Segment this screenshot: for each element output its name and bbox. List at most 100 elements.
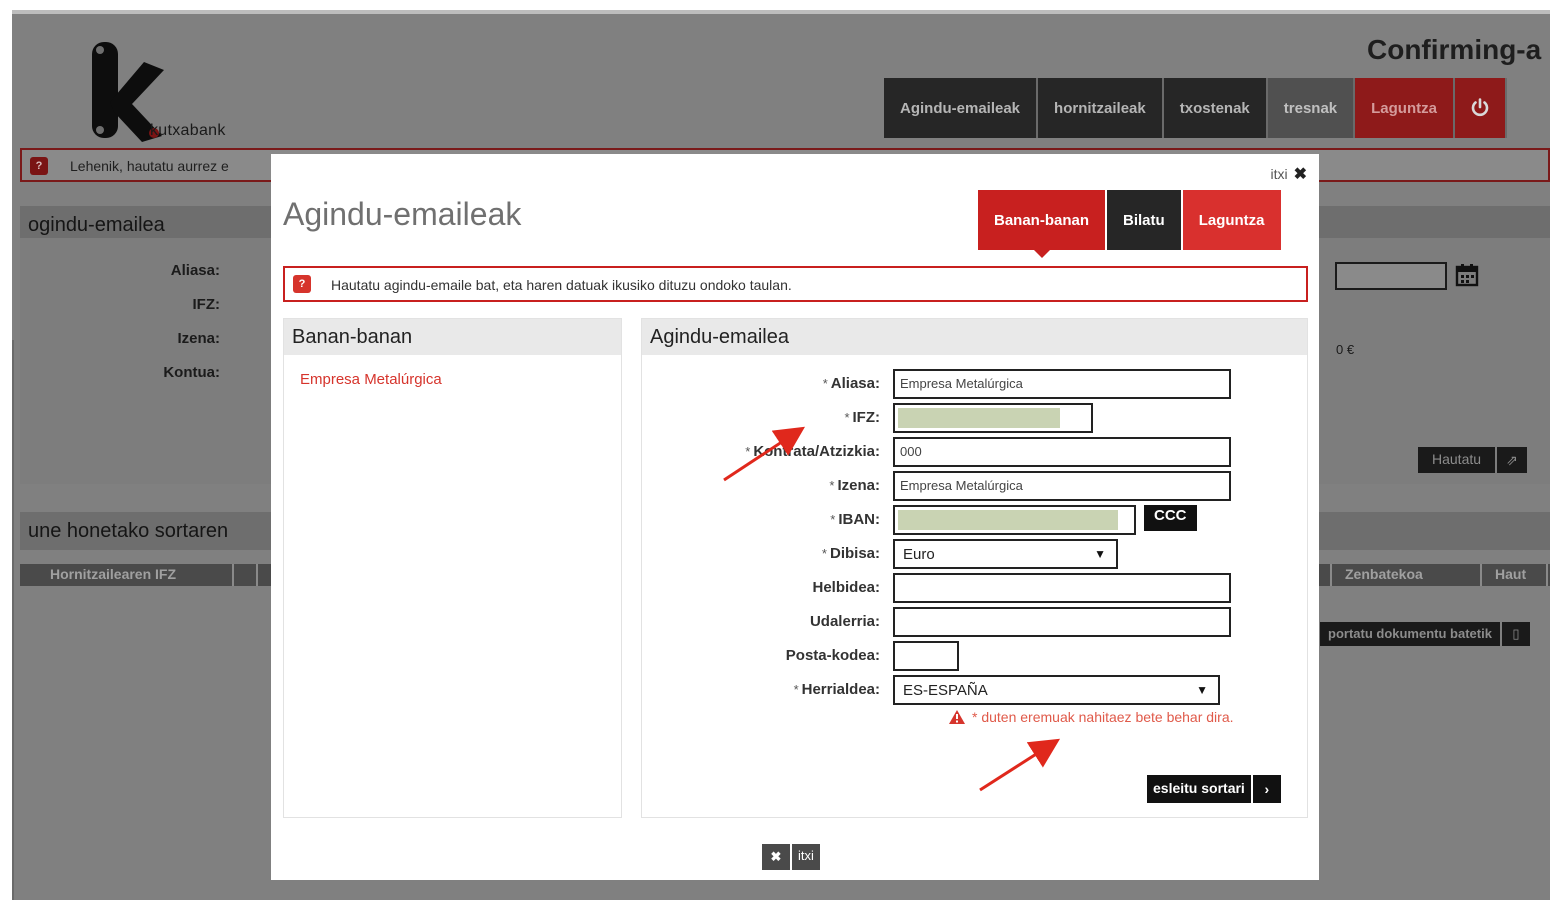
udalerria-row: Udalerria: [642,607,880,637]
background-batch-title: une honetako sortaren [28,520,229,542]
nav-txostenak[interactable]: txostenak [1163,78,1268,138]
helbidea-row: Helbidea: [642,573,880,603]
nav-hornitzaileak[interactable]: hornitzaileak [1038,78,1164,138]
ifz-field[interactable] [893,403,1093,433]
tab-banan-banan[interactable]: Banan-banan [978,190,1108,258]
modal-title: Agindu-emaileak [283,196,522,232]
warning-icon [949,710,965,724]
iban-label: * IBAN: [830,511,880,528]
background-panel-title: ogindu-emailea [28,214,165,236]
agindu-emailea-title: Agindu-emailea [642,319,1307,355]
posta-kodea-label: Posta-kodea: [785,647,880,664]
esleitu-sortari-button[interactable]: esleitu sortari › [1147,775,1281,803]
agindu-emaileak-modal: itxi ✖ Agindu-emaileak Banan-banan Bilat… [271,154,1319,880]
aliasa-field[interactable]: Empresa Metalúrgica [893,369,1231,399]
herrialdea-row: * Herrialdea: [642,675,880,705]
info-icon: ? [30,157,48,175]
banan-banan-title: Banan-banan [284,319,621,355]
modal-close-bottom-label: itxi [792,844,820,870]
ccc-button[interactable]: CCC [1144,505,1197,531]
modal-close-bottom-button[interactable]: ✖ itxi [762,844,820,870]
tab-bilatu[interactable]: Bilatu [1107,190,1183,250]
power-icon [1471,98,1489,117]
izena-field[interactable]: Empresa Metalúrgica [893,471,1231,501]
bg-label-izena: Izena: [177,330,220,347]
aliasa-label: * Aliasa: [822,375,880,392]
herrialdea-value: ES-ESPAÑA [903,682,988,699]
posta-kodea-field[interactable] [893,641,959,671]
main-nav: Agindu-emaileak hornitzaileak txostenak … [884,78,1507,138]
modal-tabs: Banan-banan Bilatu Laguntza [978,190,1281,258]
col-zenbatekoa: Zenbatekoa [1345,566,1423,582]
dropdown-arrow-icon: ▼ [1094,547,1106,561]
top-divider [12,10,1550,14]
nav-agindu-emaileak[interactable]: Agindu-emaileak [884,78,1039,138]
bg-label-ifz: IFZ: [192,296,221,313]
iban-field[interactable] [893,505,1136,535]
udalerria-field[interactable] [893,607,1231,637]
col-separator [1330,564,1332,586]
export-icon: ⇗ [1497,447,1528,473]
background-amount: 0 € [1336,342,1355,357]
ifz-row: * IFZ: [642,403,880,433]
dibisa-select[interactable]: Euro ▼ [893,539,1118,569]
hautatu-label: Hautatu [1418,447,1496,473]
dibisa-value: Euro [903,546,935,563]
logo-text: kutxabank [150,122,226,139]
kontrata-field[interactable]: 000 [893,437,1231,467]
udalerria-label: Udalerria: [809,613,880,630]
col-haut: Haut [1495,566,1527,582]
modal-notice: ? Hautatu agindu-emaile bat, eta haren d… [283,266,1308,302]
app-title: Confirming-a [1367,34,1542,65]
power-button[interactable] [1454,78,1507,138]
dibisa-label: * Dibisa: [821,545,880,562]
hautatu-button[interactable]: Hautatu ⇗ [1418,447,1528,473]
redacted-value [898,408,1060,428]
agindu-emailea-panel: Agindu-emailea * Aliasa: Empresa Metalúrg… [641,318,1308,818]
modal-close-top-label: itxi [1270,166,1288,182]
bg-label-aliasa: Aliasa: [170,262,220,279]
modal-notice-text: Hautatu agindu-emaile bat, eta haren dat… [331,277,792,293]
document-icon: ▯ [1501,622,1530,646]
nav-laguntza[interactable]: Laguntza [1355,78,1455,138]
col-separator [1480,564,1482,586]
herrialdea-label: * Herrialdea: [793,681,880,698]
modal-close-top-button[interactable]: itxi ✖ [1270,164,1307,184]
col-hornitzailearen-ifz: Hornitzailearen IFZ [50,566,177,582]
izena-row: * Izena: [642,471,880,501]
bg-label-kontua: Kontua: [163,364,220,381]
esleitu-sortari-label: esleitu sortari [1147,775,1251,803]
background-notice-text: Lehenik, hautatu aurrez e [70,158,229,174]
col-separator [256,564,258,586]
posta-kodea-row: Posta-kodea: [642,641,880,671]
redacted-value [898,510,1118,530]
col-separator [232,564,234,586]
banan-banan-panel: Banan-banan Empresa Metalúrgica [283,318,622,818]
dibisa-row: * Dibisa: [642,539,880,569]
nav-tresnak[interactable]: tresnak [1267,78,1356,138]
list-item-empresa[interactable]: Empresa Metalúrgica [300,371,621,388]
ifz-label: * IFZ: [844,409,880,426]
izena-label: * Izena: [829,477,880,494]
import-document-button[interactable]: portatu dokumentu batetik ▯ [1320,622,1530,646]
required-fields-text: * duten eremuak nahitaez bete behar dira… [972,709,1234,725]
aliasa-row: * Aliasa: [642,369,880,399]
kontrata-row: * Kontrata/Atzizkia: [642,437,880,467]
helbidea-field[interactable] [893,573,1231,603]
iban-row: * IBAN: [642,505,880,535]
helbidea-label: Helbidea: [812,579,880,596]
col-separator [1546,564,1548,586]
close-icon: ✖ [762,844,790,870]
calendar-icon[interactable] [1454,262,1480,288]
herrialdea-select[interactable]: ES-ESPAÑA ▼ [893,675,1220,705]
chevron-right-icon: › [1252,775,1281,803]
import-document-label: portatu dokumentu batetik [1320,622,1500,646]
tab-laguntza[interactable]: Laguntza [1182,190,1281,250]
dropdown-arrow-icon: ▼ [1196,683,1208,697]
required-fields-note: * duten eremuak nahitaez bete behar dira… [948,709,1234,725]
info-icon: ? [293,275,311,293]
background-date-input[interactable] [1335,262,1447,290]
close-icon: ✖ [1293,166,1307,183]
left-edge-divider [12,340,14,900]
kontrata-label: * Kontrata/Atzizkia: [745,443,880,460]
